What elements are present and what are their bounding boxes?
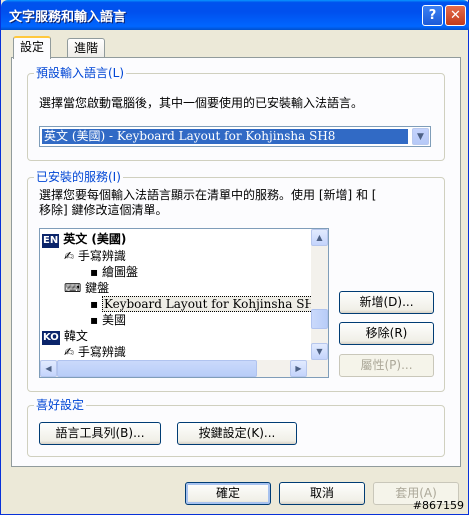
en-badge-icon: EN <box>42 234 60 248</box>
tree-category-handwriting[interactable]: ✍ 手寫辨識 <box>64 248 126 264</box>
tab-advanced[interactable]: 進階 <box>67 38 106 59</box>
tree-category-handwriting-ko[interactable]: ✍ 手寫辨識 <box>64 344 126 360</box>
tree-language-ko[interactable]: KO 韓文 <box>42 328 88 345</box>
properties-button[interactable]: 屬性(P)... <box>339 354 434 377</box>
tree-item-kohjinsha[interactable]: ▪ Keyboard Layout for Kohjinsha SH8 <box>90 296 325 312</box>
add-button[interactable]: 新增(D)... <box>339 291 434 314</box>
remove-button[interactable]: 移除(R) <box>339 322 434 345</box>
horizontal-scrollbar[interactable]: ◀ ▶ <box>40 360 328 377</box>
default-language-description: 選擇當您啟動電腦後，其中一個要使用的已安裝輸入法語言。 <box>39 96 364 110</box>
pen-icon: ✍ <box>64 249 75 263</box>
tab-settings[interactable]: 設定 <box>13 36 52 59</box>
default-language-select[interactable]: 英文 (美國) - Keyboard Layout for Kohjinsha … <box>39 126 431 147</box>
pen-icon: ✍ <box>64 345 75 359</box>
title-bar[interactable]: 文字服務和輸入語言 ? ✕ <box>1 0 469 30</box>
bullet-icon: ▪ <box>90 297 99 311</box>
scroll-down-icon[interactable]: ▼ <box>311 343 328 360</box>
chevron-down-icon[interactable]: ▼ <box>412 128 429 145</box>
tree-item-us[interactable]: ▪ 美國 <box>90 312 126 328</box>
scroll-left-icon[interactable]: ◀ <box>40 360 57 377</box>
scroll-thumb[interactable] <box>311 309 328 329</box>
tree-category-keyboard[interactable]: ⌨ 鍵盤 <box>64 280 109 296</box>
preferences-label: 喜好設定 <box>34 398 87 412</box>
services-tree[interactable]: EN 英文 (美國) ✍ 手寫辨識 ▪ 繪圖盤 ⌨ 鍵盤 ▪ Keyboard L… <box>39 228 329 378</box>
tree-label: 韓文 <box>63 329 88 343</box>
tree-label: 繪圖盤 <box>101 265 138 279</box>
installed-services-label: 已安裝的服務(I) <box>34 170 123 184</box>
default-language-value: 英文 (美國) - Keyboard Layout for Kohjinsha … <box>42 129 408 144</box>
default-language-label: 預設輸入語言(L) <box>34 66 127 80</box>
scroll-right-icon[interactable]: ▶ <box>290 360 307 377</box>
services-description-line2: 移除] 鍵修改這個清單。 <box>39 203 168 217</box>
close-button[interactable]: ✕ <box>445 5 466 26</box>
tree-label-selected: Keyboard Layout for Kohjinsha SH8 <box>101 296 325 312</box>
keyboard-icon: ⌨ <box>64 281 82 295</box>
bullet-icon: ▪ <box>90 265 99 279</box>
scroll-thumb-horizontal[interactable] <box>57 360 257 377</box>
cancel-button[interactable]: 取消 <box>279 482 365 505</box>
ok-button[interactable]: 確定 <box>185 482 271 505</box>
dialog-window: 文字服務和輸入語言 ? ✕ 設定 進階 預設輸入語言(L) 選擇當您啟動電腦後，… <box>0 0 469 515</box>
tree-item-drawing-pad[interactable]: ▪ 繪圖盤 <box>90 264 138 280</box>
watermark-text: #867159 <box>412 499 464 512</box>
tree-label: 手寫辨識 <box>77 345 126 359</box>
bullet-icon: ▪ <box>90 313 99 327</box>
ko-badge-icon: KO <box>42 331 60 345</box>
key-settings-button[interactable]: 按鍵設定(K)... <box>177 422 297 445</box>
scroll-up-icon[interactable]: ▲ <box>311 229 328 246</box>
help-button[interactable]: ? <box>422 5 443 26</box>
tree-label: 美國 <box>101 313 126 327</box>
tree-label: 手寫辨識 <box>77 249 126 263</box>
tree-label: 鍵盤 <box>85 281 110 295</box>
language-bar-button[interactable]: 語言工具列(B)... <box>39 422 161 445</box>
services-description-line1: 選擇您要每個輸入法語言顯示在清單中的服務。使用 [新增] 和 [ <box>39 188 377 202</box>
vertical-scrollbar[interactable]: ▲ ▼ <box>311 229 328 360</box>
tree-language-en[interactable]: EN 英文 (美國) <box>42 231 127 248</box>
tree-label: 英文 (美國) <box>63 232 127 246</box>
window-title: 文字服務和輸入語言 <box>9 10 127 25</box>
default-language-group: 預設輸入語言(L) <box>27 66 445 161</box>
